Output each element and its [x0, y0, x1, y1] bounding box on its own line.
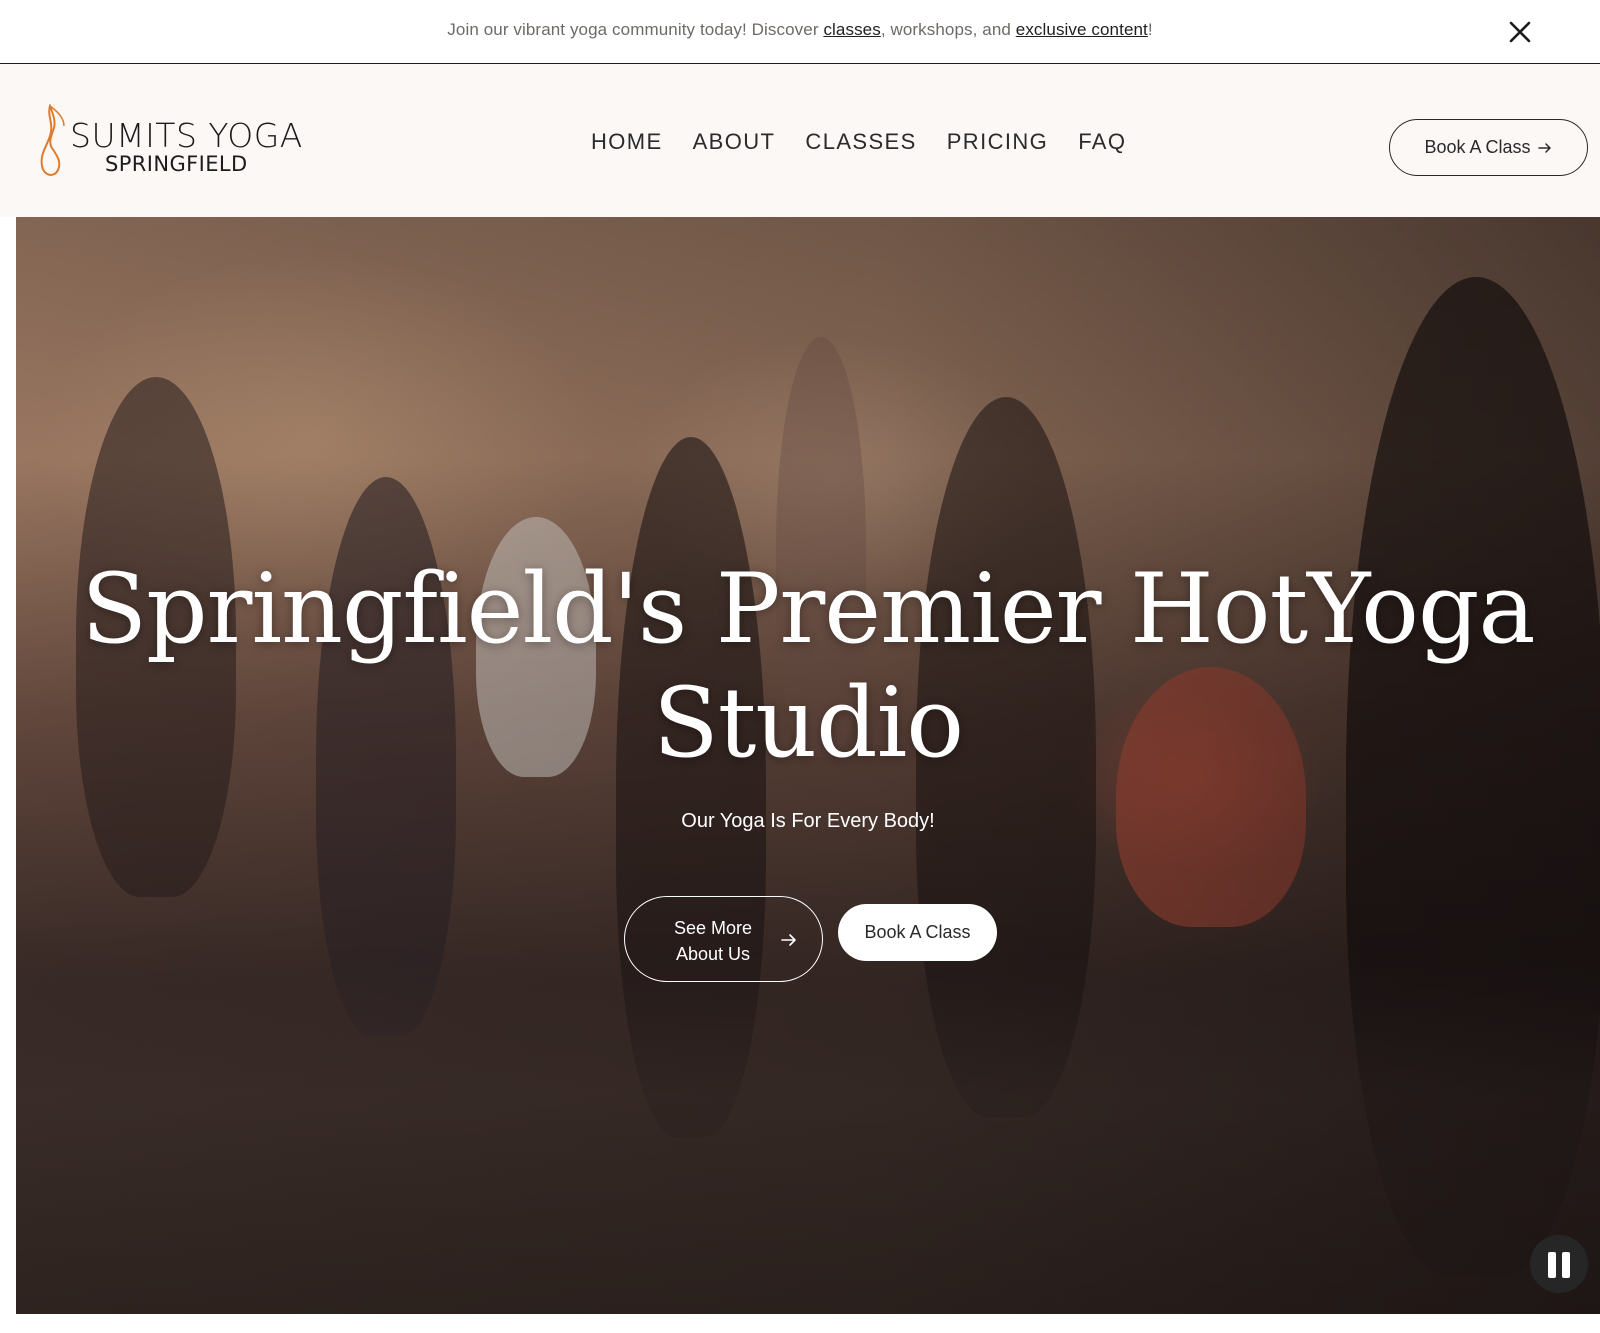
nav-item-about[interactable]: ABOUT — [693, 129, 776, 155]
logo-title: SUMITS YOGA — [70, 116, 303, 155]
pause-icon[interactable] — [1530, 1235, 1588, 1293]
announcement-text-after: ! — [1147, 20, 1153, 39]
about-line2: About Us — [675, 944, 751, 964]
announcement-text-before: Join our vibrant yoga community today! D… — [447, 20, 824, 39]
logo[interactable]: SUMITS YOGA SPRINGFIELD — [38, 104, 308, 184]
see-more-about-us-label: See More About Us — [625, 915, 801, 967]
announcement-bar: Join our vibrant yoga community today! D… — [0, 0, 1600, 64]
hero-title-line2: Studio — [652, 667, 964, 779]
nav-item-pricing[interactable]: PRICING — [947, 129, 1048, 155]
site-header: SUMITS YOGA SPRINGFIELD HOME ABOUT CLASS… — [0, 64, 1600, 217]
classes-link[interactable]: classes — [823, 20, 880, 39]
logo-flame-icon — [40, 104, 65, 176]
see-more-about-us-button[interactable]: See More About Us — [624, 896, 823, 982]
hero-book-class-button[interactable]: Book A Class — [838, 904, 997, 961]
announcement-text-middle: , workshops, and — [880, 20, 1016, 39]
announcement-text: Join our vibrant yoga community today! D… — [0, 20, 1600, 40]
arrow-right-icon — [781, 934, 796, 946]
close-icon[interactable] — [1506, 18, 1534, 46]
arrow-right-icon — [1537, 142, 1551, 153]
main-nav: HOME ABOUT CLASSES PRICING FAQ — [591, 129, 1126, 155]
header-book-class-button[interactable]: Book A Class — [1389, 119, 1588, 176]
nav-item-faq[interactable]: FAQ — [1078, 129, 1126, 155]
hero-title-line1: Springfield's Premier HotYoga — [81, 553, 1535, 665]
hero-title: Springfield's Premier HotYoga Studio — [16, 552, 1600, 780]
nav-item-classes[interactable]: CLASSES — [805, 129, 916, 155]
nav-item-home[interactable]: HOME — [591, 129, 663, 155]
exclusive-content-link[interactable]: exclusive content — [1016, 20, 1148, 39]
logo-subtitle: SPRINGFIELD — [105, 152, 248, 176]
hero-section: Springfield's Premier HotYoga Studio Our… — [16, 217, 1600, 1314]
about-line1: See More — [673, 918, 753, 938]
hero-subtitle: Our Yoga Is For Every Body! — [681, 810, 935, 832]
header-book-class-label: Book A Class — [1424, 137, 1531, 157]
